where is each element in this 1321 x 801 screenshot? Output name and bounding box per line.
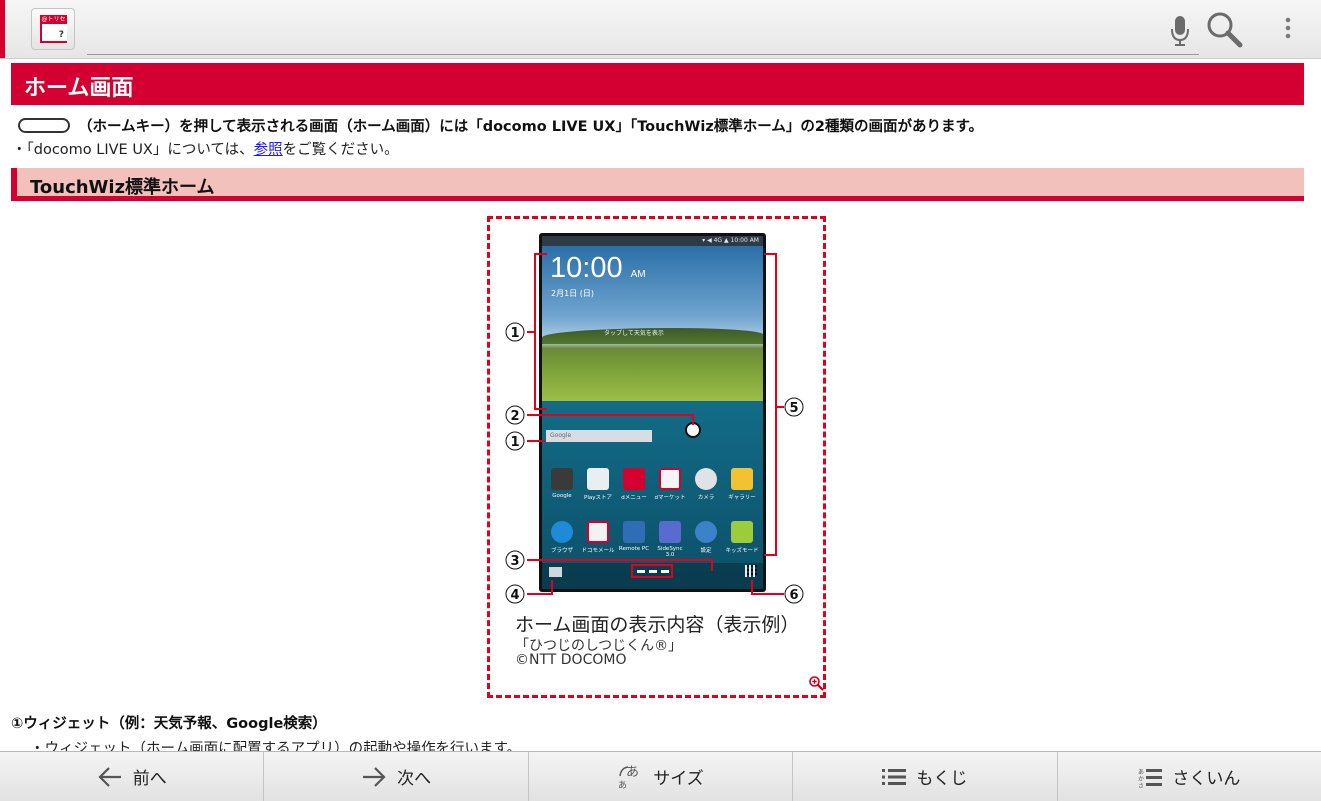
overflow-menu-icon[interactable] (1276, 10, 1300, 48)
prev-button[interactable]: 前へ (0, 752, 265, 801)
page-title: ホーム画面 (24, 76, 134, 101)
svg-text:か: か (1138, 776, 1144, 783)
section-heading: TouchWiz標準ホーム (30, 177, 215, 198)
callout-number-2: 2 (505, 405, 525, 425)
arrow-right-icon (363, 766, 386, 787)
svg-text:1: 1 (510, 326, 519, 341)
index-list-icon: あ か さ (1138, 768, 1163, 788)
search-input[interactable] (87, 12, 1199, 55)
reference-link[interactable]: 参照 (254, 142, 283, 158)
table-of-contents-button[interactable]: もくじ (793, 752, 1058, 801)
svg-text:3: 3 (510, 554, 519, 569)
home-screen-figure[interactable]: ▾ ◀ 4G ▲ 10:00 AM 10:00 AM 2月1日 (日) タップし… (487, 216, 826, 698)
svg-text:あ: あ (1138, 769, 1144, 776)
callout-number-6: 6 (784, 584, 804, 604)
app-icon-mark: ? (58, 30, 64, 40)
svg-text:あ: あ (618, 780, 627, 790)
svg-text:6: 6 (789, 588, 798, 603)
zoom-in-icon[interactable] (808, 675, 824, 691)
callout-number-1a: 1 (505, 322, 525, 342)
manual-book-icon: @トリセツ ? (40, 15, 67, 43)
toc-label: もくじ (916, 769, 968, 789)
text-size-label: サイズ (653, 769, 704, 789)
next-label: 次へ (397, 769, 432, 789)
index-label: さくいん (1172, 769, 1241, 789)
page-title-bar: ホーム画面 (11, 63, 1304, 105)
svg-text:1: 1 (510, 435, 519, 450)
figure-credit-copyright: ©NTT DOCOMO (515, 652, 627, 668)
intro-sentence: （ホームキー）を押して表示される画面（ホーム画面）には「docomo LIVE … (78, 119, 983, 135)
svg-text:さ: さ (1138, 783, 1144, 788)
text-size-button[interactable]: あ あ サイズ (529, 752, 794, 801)
callout-number-3: 3 (505, 550, 525, 570)
callout-number-4: 4 (505, 584, 525, 604)
note-suffix: をご覧ください。 (282, 142, 399, 158)
search-icon[interactable] (1205, 10, 1245, 48)
bottom-navigation: 前へ 次へ あ あ サイズ もくじ あ か さ さくいん (0, 751, 1321, 801)
index-button[interactable]: あ か さ さくいん (1058, 752, 1321, 801)
list-icon (882, 768, 907, 785)
home-key-icon (18, 117, 70, 133)
item-1-title: ①ウィジェット（例：天気予報、Google検索） (11, 716, 327, 732)
microphone-icon[interactable] (1167, 10, 1193, 48)
next-button[interactable]: 次へ (264, 752, 529, 801)
top-toolbar: @トリセツ ? (0, 0, 1321, 59)
toolbar-accent-stripe (0, 0, 5, 58)
arrow-left-icon (98, 766, 121, 787)
figure-caption: ホーム画面の表示内容（表示例） (515, 614, 800, 636)
section-heading-bar: TouchWiz標準ホーム (11, 168, 1304, 201)
text-size-icon: あ あ (618, 765, 639, 790)
app-icon-tag: @トリセツ (40, 15, 67, 32)
callout-number-5: 5 (784, 397, 804, 417)
note-text: ・「docomo LIVE UX」については、参照をご覧ください。 (12, 138, 399, 159)
svg-text:4: 4 (510, 588, 519, 603)
prev-label: 前へ (132, 769, 167, 789)
callout-number-1b: 1 (505, 431, 525, 451)
torisetsu-app-icon[interactable]: @トリセツ ? (31, 8, 75, 50)
intro-text: （ホームキー）を押して表示される画面（ホーム画面）には「docomo LIVE … (18, 115, 983, 136)
note-prefix: ・「docomo LIVE UX」については、 (12, 142, 254, 158)
svg-text:5: 5 (789, 401, 798, 416)
svg-text:2: 2 (510, 409, 519, 424)
